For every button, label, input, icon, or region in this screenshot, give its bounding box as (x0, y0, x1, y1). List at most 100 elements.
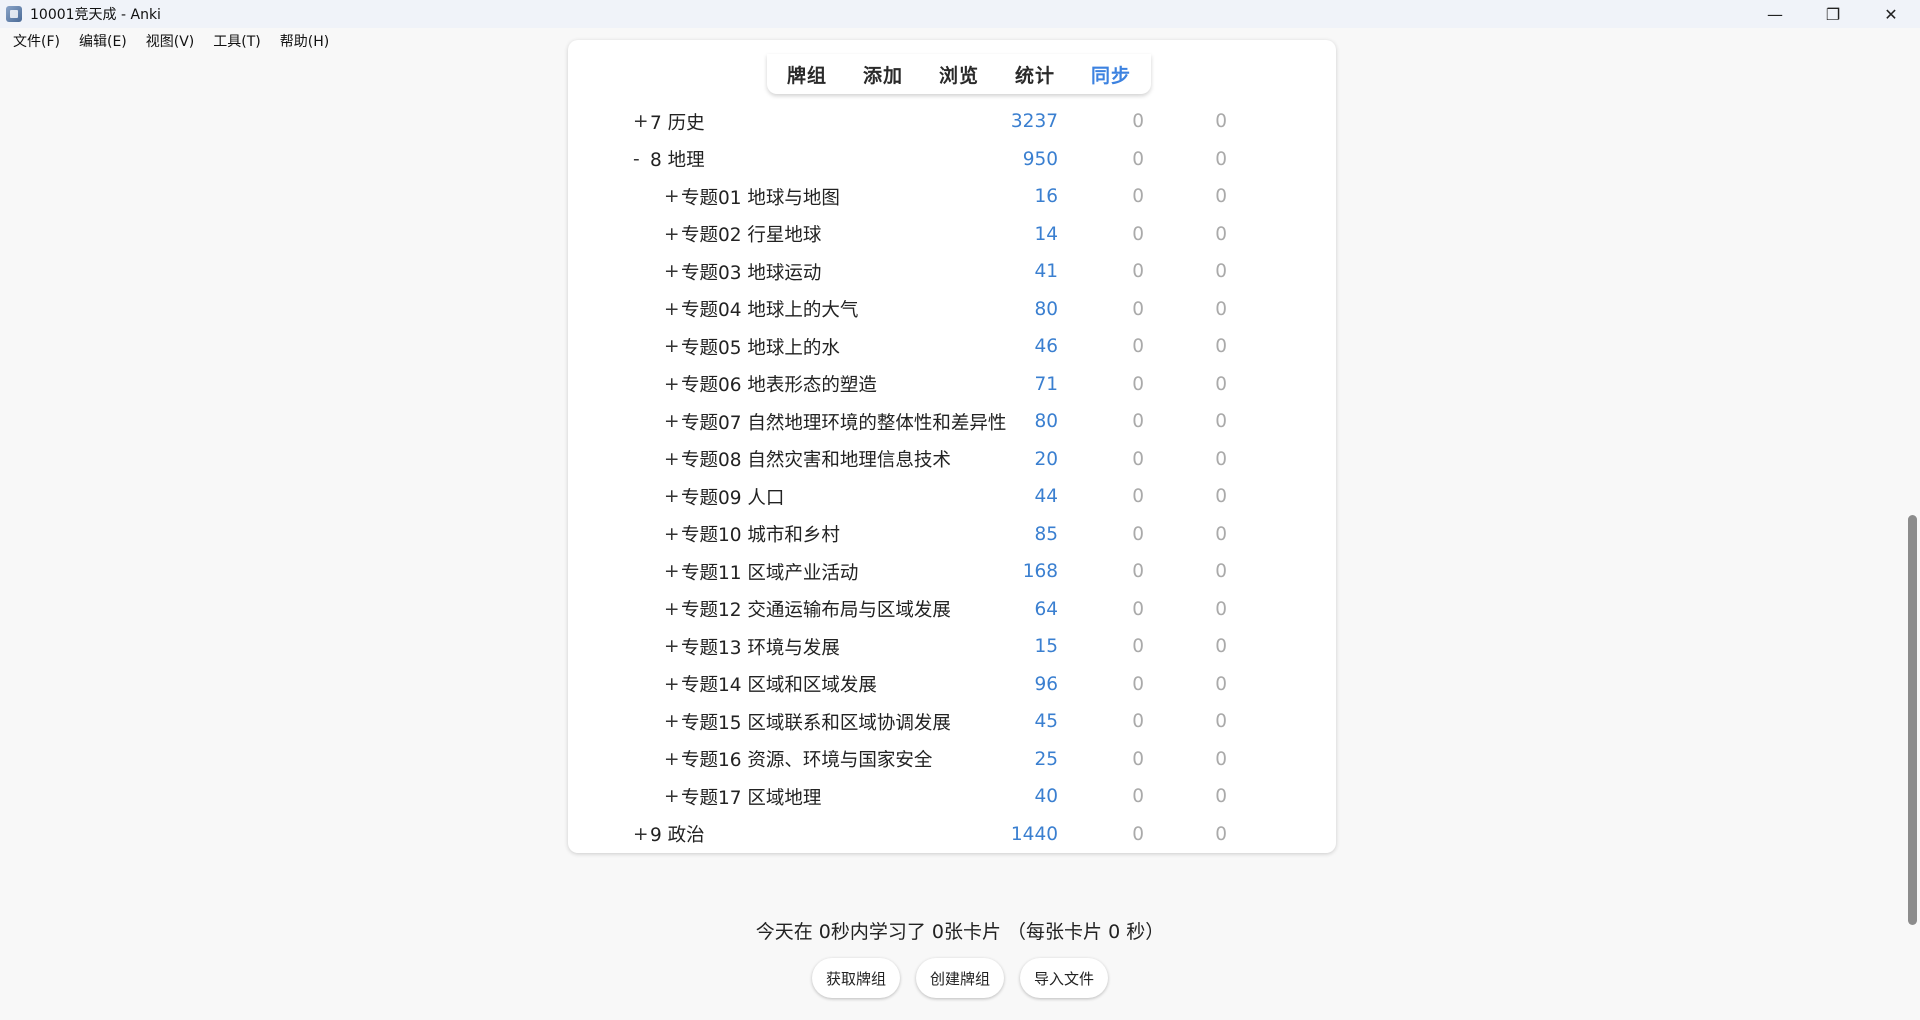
close-button[interactable]: ✕ (1862, 0, 1920, 28)
menu-tools[interactable]: 工具(T) (213, 31, 260, 51)
nav-sync[interactable]: 同步 (1091, 61, 1131, 88)
due-count: 0 (1215, 486, 1227, 507)
expand-toggle[interactable]: + (633, 824, 649, 845)
due-count: 0 (1215, 148, 1227, 170)
expand-toggle[interactable]: + (664, 786, 680, 807)
deck-name[interactable]: 专题01 地球与地图 (681, 184, 840, 210)
deck-row[interactable]: + 专题01 地球与地图 16 0 0 (568, 178, 1336, 215)
create-deck-button[interactable]: 创建牌组 (915, 958, 1004, 998)
due-count: 0 (1215, 411, 1227, 432)
deck-row[interactable]: + 专题07 自然地理环境的整体性和差异性 80 0 0 (568, 403, 1336, 440)
expand-toggle[interactable]: + (664, 561, 680, 582)
restore-button[interactable]: ❐ (1804, 0, 1862, 28)
deck-row[interactable]: + 专题10 城市和乡村 85 0 0 (568, 516, 1336, 553)
deck-row[interactable]: +7 历史 3237 0 0 (568, 103, 1336, 140)
new-count: 41 (1034, 261, 1058, 282)
deck-name[interactable]: 专题13 环境与发展 (681, 634, 840, 660)
deck-row[interactable]: + 专题11 区域产业活动 168 0 0 (568, 553, 1336, 590)
deck-row[interactable]: + 专题12 交通运输布局与区域发展 64 0 0 (568, 591, 1336, 628)
learn-count: 0 (1132, 186, 1144, 207)
new-count: 80 (1034, 298, 1058, 320)
deck-name[interactable]: 专题06 地表形态的塑造 (681, 371, 877, 397)
scrollbar-thumb[interactable] (1908, 515, 1917, 925)
learn-count: 0 (1132, 598, 1144, 620)
due-count: 0 (1215, 636, 1227, 657)
expand-toggle[interactable]: + (664, 524, 680, 545)
deck-row[interactable]: -8 地理 950 0 0 (568, 141, 1336, 178)
deck-name[interactable]: 专题14 区域和区域发展 (681, 671, 877, 697)
nav-browse[interactable]: 浏览 (939, 61, 979, 88)
deck-name[interactable]: 专题11 区域产业活动 (681, 559, 858, 585)
minimize-button[interactable]: — (1746, 0, 1804, 28)
due-count: 0 (1215, 823, 1227, 845)
expand-toggle[interactable]: + (664, 599, 680, 620)
deck-row[interactable]: + 专题17 区域地理 40 0 0 (568, 778, 1336, 815)
deck-name[interactable]: 专题08 自然灾害和地理信息技术 (681, 446, 951, 472)
deck-row[interactable]: + 专题15 区域联系和区域协调发展 45 0 0 (568, 703, 1336, 740)
expand-toggle[interactable]: + (664, 336, 680, 357)
deck-name[interactable]: 专题16 资源、环境与国家安全 (681, 746, 932, 772)
deck-name[interactable]: 8 地理 (650, 146, 705, 172)
expand-toggle[interactable]: + (664, 411, 680, 432)
deck-name[interactable]: 9 政治 (650, 821, 705, 847)
deck-row[interactable]: + 专题14 区域和区域发展 96 0 0 (568, 666, 1336, 703)
deck-name[interactable]: 专题15 区域联系和区域协调发展 (681, 709, 951, 735)
deck-list: +7 历史 3237 0 0-8 地理 950 0 0 + 专题01 地球与地图 16 0 0 + 专题0… (568, 40, 1336, 853)
menu-edit[interactable]: 编辑(E) (79, 31, 127, 51)
expand-toggle[interactable]: + (664, 486, 680, 507)
deck-row[interactable]: + 专题13 环境与发展 15 0 0 (568, 628, 1336, 665)
expand-toggle[interactable]: + (664, 449, 680, 470)
nav-add[interactable]: 添加 (863, 61, 903, 88)
new-count: 15 (1034, 636, 1058, 657)
nav-decks[interactable]: 牌组 (787, 61, 827, 88)
expand-toggle[interactable]: + (664, 749, 680, 770)
due-count: 0 (1215, 448, 1227, 470)
learn-count: 0 (1132, 336, 1144, 357)
get-shared-decks-button[interactable]: 获取牌组 (811, 958, 900, 998)
new-count: 71 (1034, 373, 1058, 395)
anki-app-icon (6, 6, 22, 22)
collapse-toggle[interactable]: - (633, 149, 649, 170)
import-file-button[interactable]: 导入文件 (1020, 958, 1109, 998)
nav-stats[interactable]: 统计 (1015, 61, 1055, 88)
deck-name[interactable]: 专题05 地球上的水 (681, 334, 840, 360)
deck-name[interactable]: 专题09 人口 (681, 484, 784, 510)
deck-row[interactable]: + 专题03 地球运动 41 0 0 (568, 253, 1336, 290)
deck-row[interactable]: +9 政治 1440 0 0 (568, 816, 1336, 853)
expand-toggle[interactable]: + (664, 674, 680, 695)
expand-toggle[interactable]: + (633, 111, 649, 132)
deck-row[interactable]: + 专题09 人口 44 0 0 (568, 478, 1336, 515)
expand-toggle[interactable]: + (664, 224, 680, 245)
new-count: 80 (1034, 411, 1058, 432)
due-count: 0 (1215, 373, 1227, 395)
expand-toggle[interactable]: + (664, 374, 680, 395)
window-title: 10001竞天成 - Anki (30, 7, 161, 23)
deck-name[interactable]: 专题03 地球运动 (681, 259, 821, 285)
expand-toggle[interactable]: + (664, 711, 680, 732)
new-count: 168 (1022, 561, 1058, 582)
due-count: 0 (1215, 748, 1227, 770)
expand-toggle[interactable]: + (664, 186, 680, 207)
deck-name[interactable]: 专题17 区域地理 (681, 784, 821, 810)
new-count: 3237 (1010, 111, 1058, 132)
deck-name[interactable]: 专题02 行星地球 (681, 221, 821, 247)
deck-row[interactable]: + 专题04 地球上的大气 80 0 0 (568, 291, 1336, 328)
deck-row[interactable]: + 专题06 地表形态的塑造 71 0 0 (568, 366, 1336, 403)
deck-name[interactable]: 专题04 地球上的大气 (681, 296, 858, 322)
expand-toggle[interactable]: + (664, 261, 680, 282)
deck-row[interactable]: + 专题02 行星地球 14 0 0 (568, 216, 1336, 253)
deck-row[interactable]: + 专题05 地球上的水 46 0 0 (568, 328, 1336, 365)
new-count: 85 (1034, 523, 1058, 545)
due-count: 0 (1215, 711, 1227, 732)
deck-row[interactable]: + 专题16 资源、环境与国家安全 25 0 0 (568, 741, 1336, 778)
deck-name[interactable]: 7 历史 (650, 109, 705, 135)
deck-row[interactable]: + 专题08 自然灾害和地理信息技术 20 0 0 (568, 441, 1336, 478)
due-count: 0 (1215, 673, 1227, 695)
deck-name[interactable]: 专题12 交通运输布局与区域发展 (681, 596, 951, 622)
deck-name[interactable]: 专题10 城市和乡村 (681, 521, 840, 547)
menu-help[interactable]: 帮助(H) (280, 31, 329, 51)
expand-toggle[interactable]: + (664, 299, 680, 320)
menu-view[interactable]: 视图(V) (146, 31, 195, 51)
menu-file[interactable]: 文件(F) (13, 31, 60, 51)
expand-toggle[interactable]: + (664, 636, 680, 657)
